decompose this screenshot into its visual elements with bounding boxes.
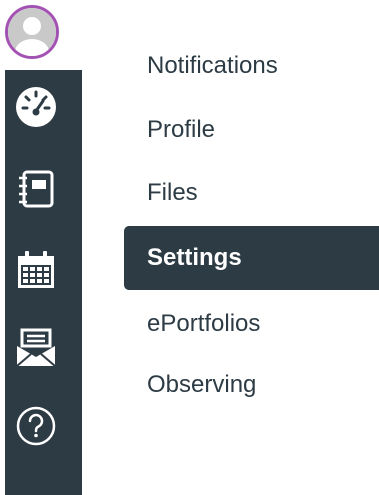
menu-item-settings[interactable]: Settings (124, 226, 379, 290)
calendar-nav-button[interactable] (13, 246, 59, 292)
dashboard-nav-button[interactable] (13, 84, 59, 130)
avatar-icon (8, 8, 56, 56)
menu-item-eportfolios[interactable]: ePortfolios (147, 310, 260, 338)
account-avatar-button[interactable] (5, 5, 59, 59)
help-nav-button[interactable] (13, 403, 59, 449)
help-question-icon (16, 406, 56, 446)
courses-nav-button[interactable] (13, 166, 59, 212)
menu-item-profile[interactable]: Profile (147, 116, 215, 144)
dashboard-gauge-icon (16, 87, 56, 127)
menu-item-notifications[interactable]: Notifications (147, 52, 278, 80)
menu-item-observing[interactable]: Observing (147, 371, 256, 399)
calendar-icon (18, 251, 54, 288)
notebook-icon (19, 170, 54, 208)
inbox-envelope-icon (16, 328, 56, 367)
global-nav-rail (5, 70, 82, 495)
inbox-nav-button[interactable] (13, 324, 59, 370)
menu-item-files[interactable]: Files (147, 179, 198, 207)
canvas-page: Notifications Profile Files Settings ePo… (0, 0, 379, 495)
